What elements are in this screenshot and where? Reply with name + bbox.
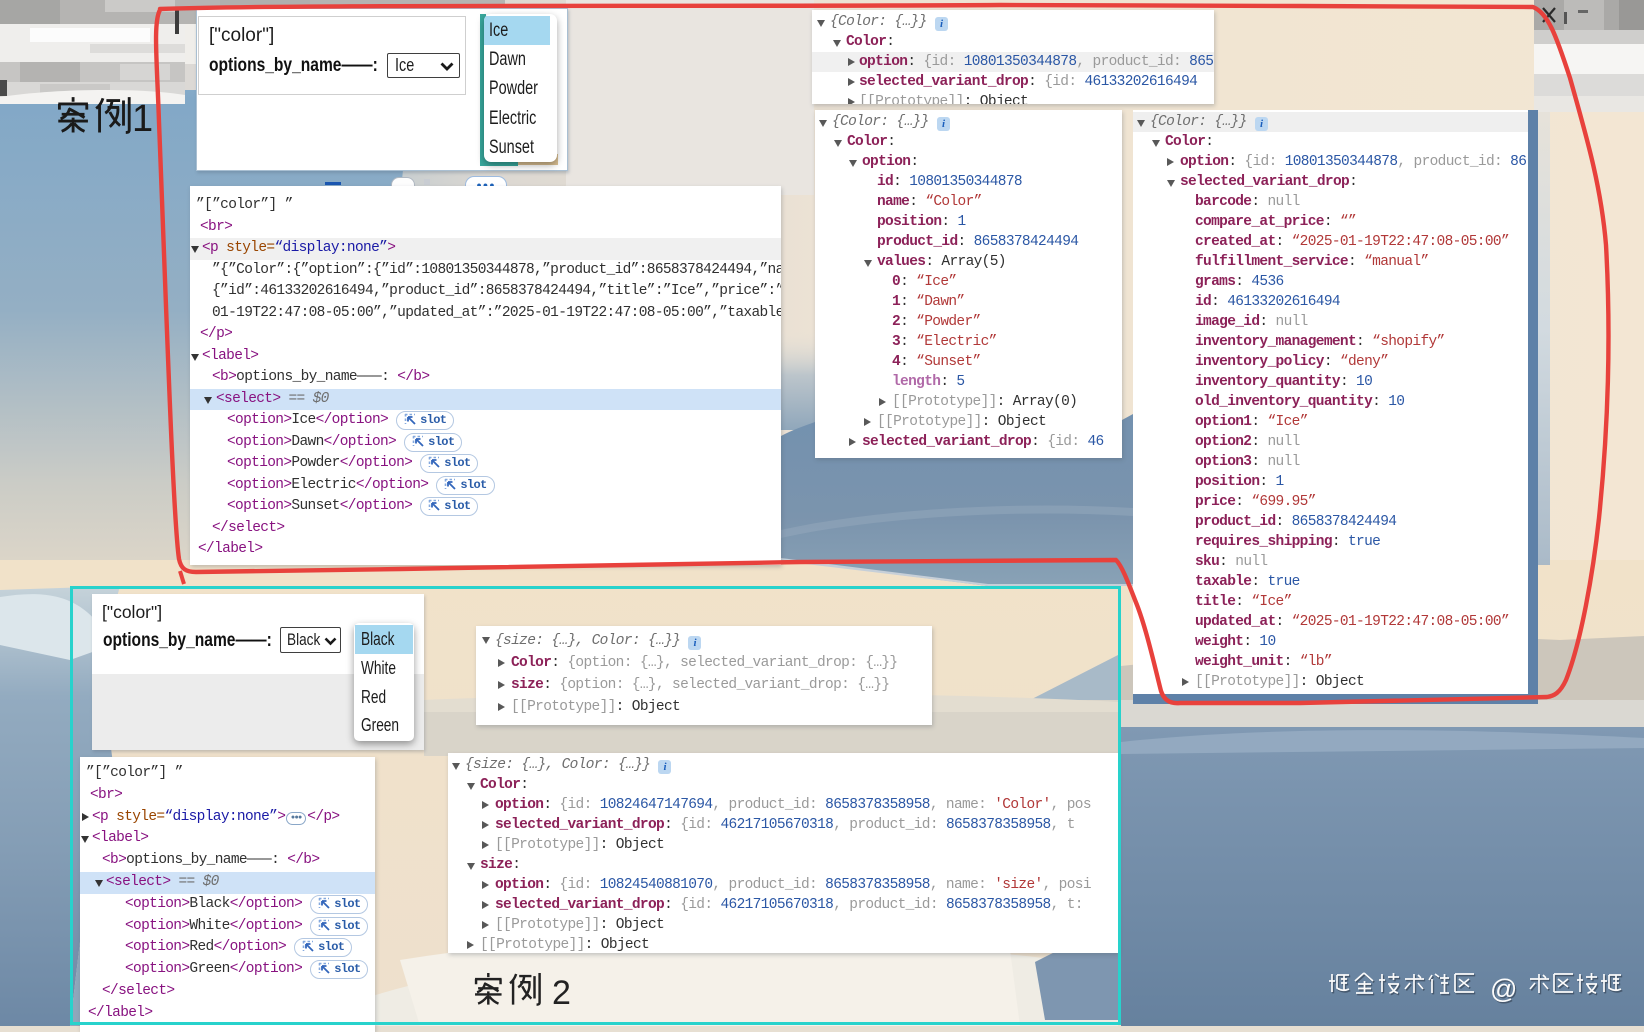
svg-text:1: 1 (132, 98, 152, 138)
svg-text:@: @ (1490, 974, 1517, 1004)
